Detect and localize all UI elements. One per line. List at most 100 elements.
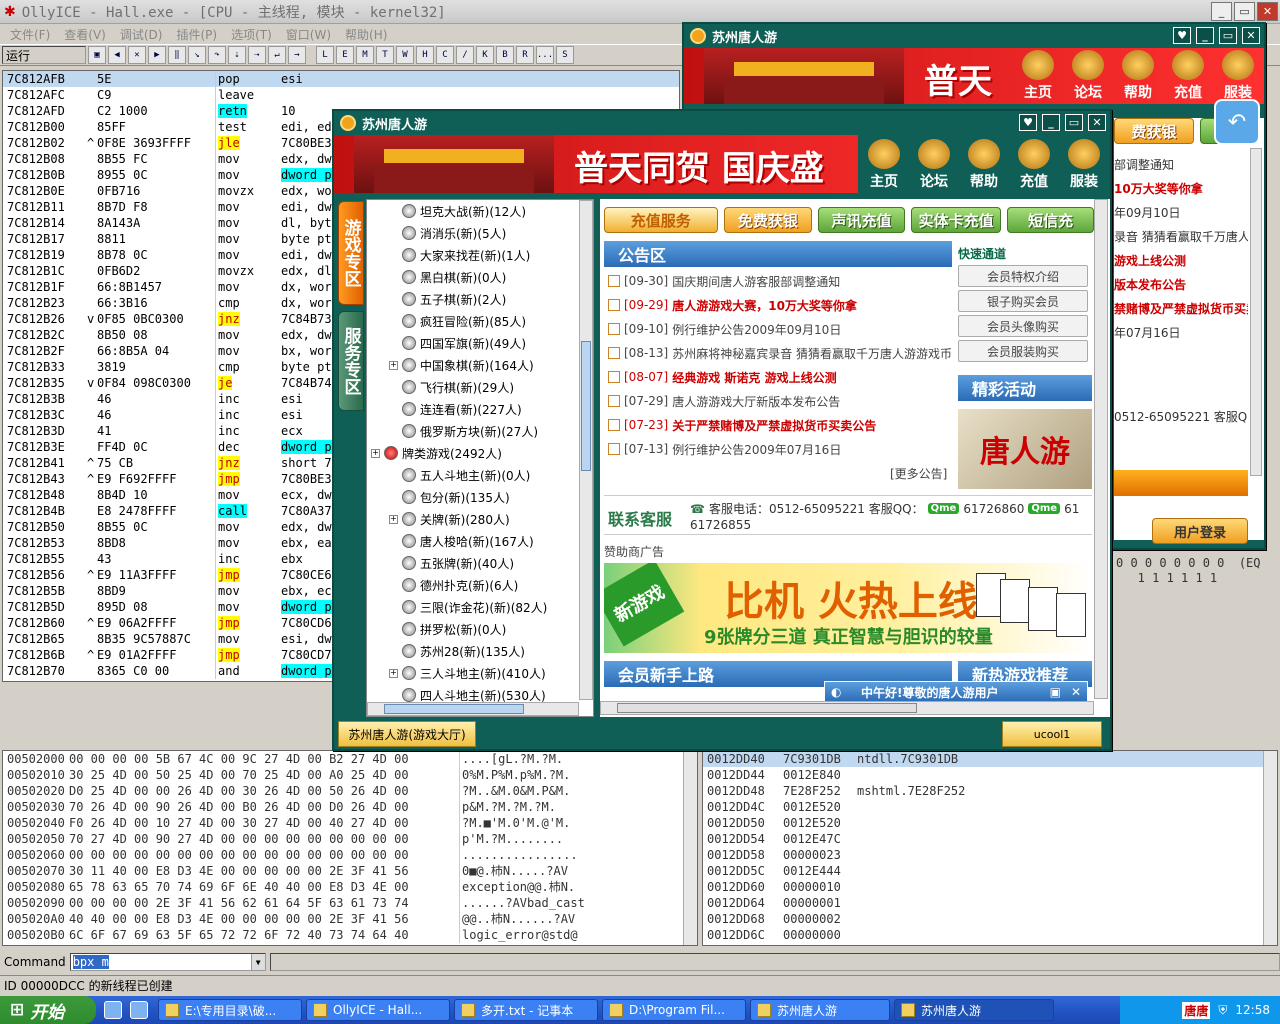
toolbar-window-button[interactable]: M <box>356 46 374 64</box>
top-button[interactable]: 充值服务 <box>604 207 718 233</box>
qq-badge[interactable]: Qme <box>927 503 960 514</box>
back-arrow-icon[interactable]: ↶ <box>1214 99 1260 145</box>
goto-icon[interactable]: → <box>288 46 306 64</box>
nav-item[interactable]: 主页 <box>1016 50 1060 102</box>
tab-hall[interactable]: 苏州唐人游(游戏大厅) <box>338 721 476 747</box>
stack-row[interactable]: 0012DD48 7E28F252 mshtml.7E28F252 <box>703 783 1277 799</box>
nav-item[interactable]: 充值 <box>1166 50 1210 102</box>
stack-row[interactable]: 0012DD6C 00000000 <box>703 927 1277 943</box>
toolbar-window-button[interactable]: ... <box>536 46 554 64</box>
maximize-button[interactable]: ▭ <box>1234 2 1255 21</box>
expand-icon[interactable]: + <box>389 668 398 678</box>
tree-item[interactable]: 疯狂冒险(新)(85人) <box>367 310 579 332</box>
stack-row[interactable]: 0012DD64 00000001 <box>703 895 1277 911</box>
restore-icon[interactable]: ▣ <box>1050 685 1061 699</box>
tree-item[interactable]: 消消乐(新)(5人) <box>367 222 579 244</box>
top-button[interactable]: 短信充 <box>1007 207 1094 233</box>
dump-scrollbar[interactable] <box>683 751 697 945</box>
tree-hscrollbar[interactable] <box>367 702 579 716</box>
trace-into-icon[interactable]: ⇣ <box>228 46 246 64</box>
notice-item[interactable]: 年07月16日 <box>1114 320 1248 344</box>
menu-item[interactable]: 文件(F) <box>10 26 50 43</box>
taskbar-task[interactable]: D:\Program Fil... <box>602 999 746 1021</box>
quick-link[interactable]: 会员头像购买 <box>958 315 1088 337</box>
notice-item[interactable]: [08-13] 苏州麻将神秘嘉宾录音 猜猜看赢取千万唐人游游戏币 <box>604 341 952 365</box>
close-button[interactable]: ✕ <box>1242 27 1260 44</box>
tree-item[interactable]: 坦克大战(新)(12人) <box>367 200 579 222</box>
trace-over-icon[interactable]: ⇢ <box>248 46 266 64</box>
taskbar-task[interactable]: OllyICE - Hall... <box>306 999 450 1021</box>
dump-pane[interactable]: 00502000 00 00 00 00 5B 67 4C 00 9C 27 4D… <box>2 750 698 946</box>
tree-item[interactable]: 五子棋(新)(2人) <box>367 288 579 310</box>
toolbar-window-button[interactable]: R <box>516 46 534 64</box>
maximize-button[interactable]: ▭ <box>1219 27 1237 44</box>
welcome-popup[interactable]: ◐ 中午好!尊敬的唐人游用户 ▣ ✕ <box>824 681 1088 703</box>
toolbar-window-button[interactable]: B <box>496 46 514 64</box>
tree-item[interactable]: 飞行棋(新)(29人) <box>367 376 579 398</box>
stack-row[interactable]: 0012DD60 00000010 <box>703 879 1277 895</box>
chevron-down-icon[interactable]: ▼ <box>250 954 265 970</box>
toolbar-window-button[interactable]: C <box>436 46 454 64</box>
notice-item[interactable]: 录音 猜猜看赢取千万唐人 <box>1114 224 1248 248</box>
dump-row[interactable]: 00502000 00 00 00 00 5B 67 4C 00 9C 27 4D… <box>3 751 697 767</box>
notice-item[interactable]: [08-07] 经典游戏 斯诺克 游戏上线公测 <box>604 365 952 389</box>
quick-link[interactable]: 银子购买会员 <box>958 290 1088 312</box>
tree-item[interactable]: 五张牌(新)(40人) <box>367 552 579 574</box>
menu-item[interactable]: 窗口(W) <box>286 26 331 43</box>
dump-row[interactable]: 00502020 D0 25 4D 00 00 26 4D 00 30 26 4D… <box>3 783 697 799</box>
nav-item[interactable]: 主页 <box>862 139 906 191</box>
ie-icon[interactable] <box>104 1001 122 1019</box>
right-scrollbar[interactable] <box>1250 148 1262 476</box>
stack-row[interactable]: 0012DD40 7C9301DB ntdll.7C9301DB <box>703 751 1277 767</box>
tree-item[interactable]: + 牌类游戏(2492人) <box>367 442 579 464</box>
step-over-icon[interactable]: ↷ <box>208 46 226 64</box>
activity-image[interactable]: 唐人游 <box>958 409 1092 489</box>
top-button[interactable]: 免费获银 <box>723 207 813 233</box>
tree-item[interactable]: 唐人梭哈(新)(167人) <box>367 530 579 552</box>
tree-scrollbar[interactable] <box>579 200 593 700</box>
dump-row[interactable]: 00502070 30 11 40 00 E8 D3 4E 00 00 00 00… <box>3 863 697 879</box>
ime-indicator[interactable]: 唐唐 <box>1182 1001 1211 1019</box>
tree-item[interactable]: + 中国象棋(新)(164人) <box>367 354 579 376</box>
notice-item[interactable]: 年09月10日 <box>1114 200 1248 224</box>
taskbar-task[interactable]: E:\专用目录\破... <box>158 999 302 1021</box>
tree-item[interactable]: 四国军旗(新)(49人) <box>367 332 579 354</box>
notice-item[interactable]: 10万大奖等你拿 <box>1114 176 1248 200</box>
disasm-row[interactable]: 7C812AFC C9 leave <box>3 87 679 103</box>
toolbar-window-button[interactable]: L <box>316 46 334 64</box>
notice-item[interactable]: [09-10] 例行维护公告2009年09月10日 <box>604 317 952 341</box>
disasm-row[interactable]: 7C812AFB 5E pop esi <box>3 71 679 87</box>
free-silver-button[interactable]: 费获银 <box>1114 118 1194 144</box>
toolbar-window-button[interactable]: K <box>476 46 494 64</box>
ad-banner[interactable]: 新游戏 比机 火热上线 9张牌分三道 真正智慧与胆识的较量 <box>604 563 1092 653</box>
open-icon[interactable]: ▣ <box>88 46 106 64</box>
toolbar-window-button[interactable]: / <box>456 46 474 64</box>
tree-item[interactable]: 拼罗松(新)(0人) <box>367 618 579 640</box>
skin-button[interactable]: ♥ <box>1019 114 1037 131</box>
dump-row[interactable]: 00502030 70 26 4D 00 90 26 4D 00 B0 26 4D… <box>3 799 697 815</box>
stack-row[interactable]: 0012DD54 0012E47C <box>703 831 1277 847</box>
stack-scrollbar[interactable] <box>1263 751 1277 945</box>
tab-game-zone[interactable]: 游戏专区 <box>338 201 364 305</box>
expand-icon[interactable]: + <box>389 514 398 524</box>
dump-row[interactable]: 00502060 00 00 00 00 00 00 00 00 00 00 00… <box>3 847 697 863</box>
expand-icon[interactable]: + <box>389 360 398 370</box>
notice-item[interactable]: 游戏上线公测 <box>1114 248 1248 272</box>
tree-item[interactable]: 五人斗地主(新)(0人) <box>367 464 579 486</box>
tree-item[interactable]: 包分(新)(135人) <box>367 486 579 508</box>
dump-row[interactable]: 005020B0 6C 6F 67 69 63 5F 65 72 72 6F 72… <box>3 927 697 943</box>
stack-row[interactable]: 0012DD58 00000023 <box>703 847 1277 863</box>
toolbar-window-button[interactable]: S <box>556 46 574 64</box>
qq-badge[interactable]: Qme <box>1028 503 1061 514</box>
stack-pane[interactable]: 0012DD40 7C9301DB ntdll.7C9301DB 0012DD44 00… <box>702 750 1278 946</box>
desktop-icon[interactable] <box>130 1001 148 1019</box>
dump-row[interactable]: 00502080 65 78 63 65 70 74 69 6F 6E 40 40… <box>3 879 697 895</box>
taskbar-task[interactable]: 多开.txt - 记事本 <box>454 999 598 1021</box>
dump-row[interactable]: 00502010 30 25 4D 00 50 25 4D 00 70 25 4D… <box>3 767 697 783</box>
stack-row[interactable]: 0012DD50 0012E520 <box>703 815 1277 831</box>
dump-row[interactable]: 00502040 F0 26 4D 00 10 27 4D 00 30 27 4D… <box>3 815 697 831</box>
menu-item[interactable]: 调试(D) <box>120 26 163 43</box>
tree-item[interactable]: 黑白棋(新)(0人) <box>367 266 579 288</box>
quick-link[interactable]: 会员特权介绍 <box>958 265 1088 287</box>
game-tree[interactable]: 坦克大战(新)(12人) 消消乐(新)(5人) 大家来找茬(新)(1人) 黑白棋(新)… <box>366 199 594 717</box>
